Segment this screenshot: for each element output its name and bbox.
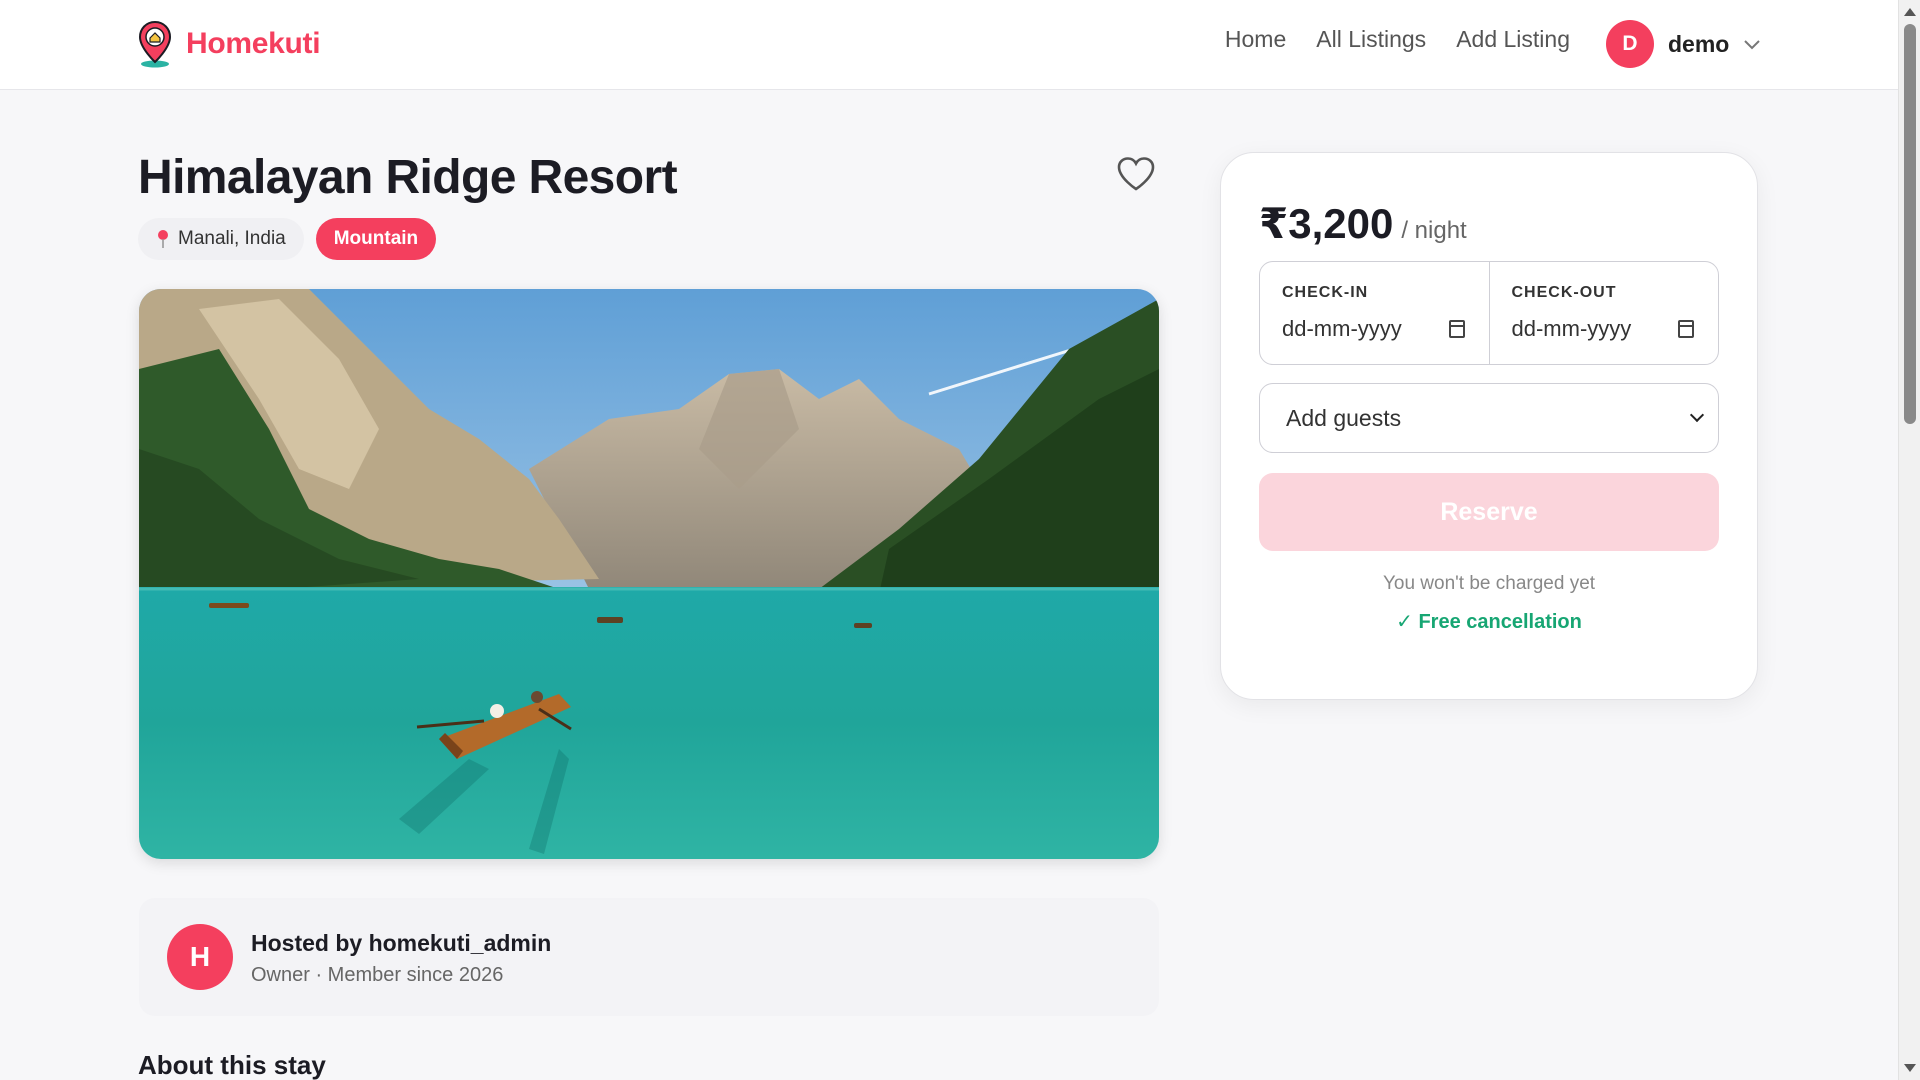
checkin-field[interactable]: CHECK-IN dd-mm-yyyy [1260,262,1489,364]
price-unit: / night [1401,217,1467,244]
scroll-down-arrow-icon[interactable] [1904,1064,1916,1072]
favorite-button[interactable] [1116,156,1156,192]
top-navbar: Homekuti Home All Listings Add Listing D… [0,0,1898,90]
host-card: H Hosted by homekuti_admin Owner · Membe… [139,898,1159,1016]
map-pin-home-icon [138,20,172,68]
guests-select-value: Add guests [1286,404,1402,431]
nav-home[interactable]: Home [1225,26,1286,53]
scroll-up-arrow-icon[interactable] [1904,8,1916,16]
free-cancellation: ✓ Free cancellation [1396,611,1582,633]
chevron-down-icon [1689,407,1705,423]
price-row: ₹3,200 / night [1259,199,1467,248]
checkout-label: CHECK-OUT [1511,284,1617,301]
location-chip: Manali, India [138,218,304,260]
host-name: Hosted by homekuti_admin [251,930,552,956]
listing-title: Himalayan Ridge Resort [138,151,678,204]
checkin-input[interactable]: dd-mm-yyyy [1282,316,1402,342]
location-text: Manali, India [178,228,286,249]
user-menu[interactable]: D demo [1606,20,1761,68]
listing-tags: Manali, India Mountain [138,218,437,260]
nav-add-listing[interactable]: Add Listing [1456,26,1570,53]
about-heading: About this stay [138,1050,326,1080]
chevron-down-icon [1744,40,1761,50]
user-name: demo [1668,30,1730,57]
brand-logo[interactable]: Homekuti [138,20,321,68]
calendar-icon[interactable] [1448,320,1465,338]
price-amount: ₹3,200 [1259,200,1394,247]
main-nav: Home All Listings Add Listing [1225,26,1570,53]
charge-note: You won't be charged yet [1382,573,1596,594]
heart-icon [1117,157,1155,191]
page-scrollbar[interactable] [1898,0,1920,1080]
date-range: CHECK-IN dd-mm-yyyy CHECK-OUT dd-mm-yyyy [1259,261,1719,365]
calendar-icon[interactable] [1678,320,1694,338]
checkout-input[interactable]: dd-mm-yyyy [1512,316,1632,342]
avatar: D [1606,20,1654,68]
location-pin-icon [158,230,168,248]
brand-name: Homekuti [186,27,321,60]
nav-all-listings[interactable]: All Listings [1316,26,1426,53]
scroll-thumb[interactable] [1904,24,1916,424]
checkout-field[interactable]: CHECK-OUT dd-mm-yyyy [1488,262,1719,364]
listing-photo [139,289,1159,859]
category-badge: Mountain [315,218,437,260]
booking-card: ₹3,200 / night CHECK-IN dd-mm-yyyy CHECK… [1220,152,1758,700]
host-avatar: H [167,924,233,990]
host-meta: Owner · Member since 2026 [251,964,504,986]
guests-select[interactable]: Add guests [1259,383,1719,453]
checkin-label: CHECK-IN [1282,284,1369,301]
reserve-button[interactable]: Reserve [1259,473,1719,551]
